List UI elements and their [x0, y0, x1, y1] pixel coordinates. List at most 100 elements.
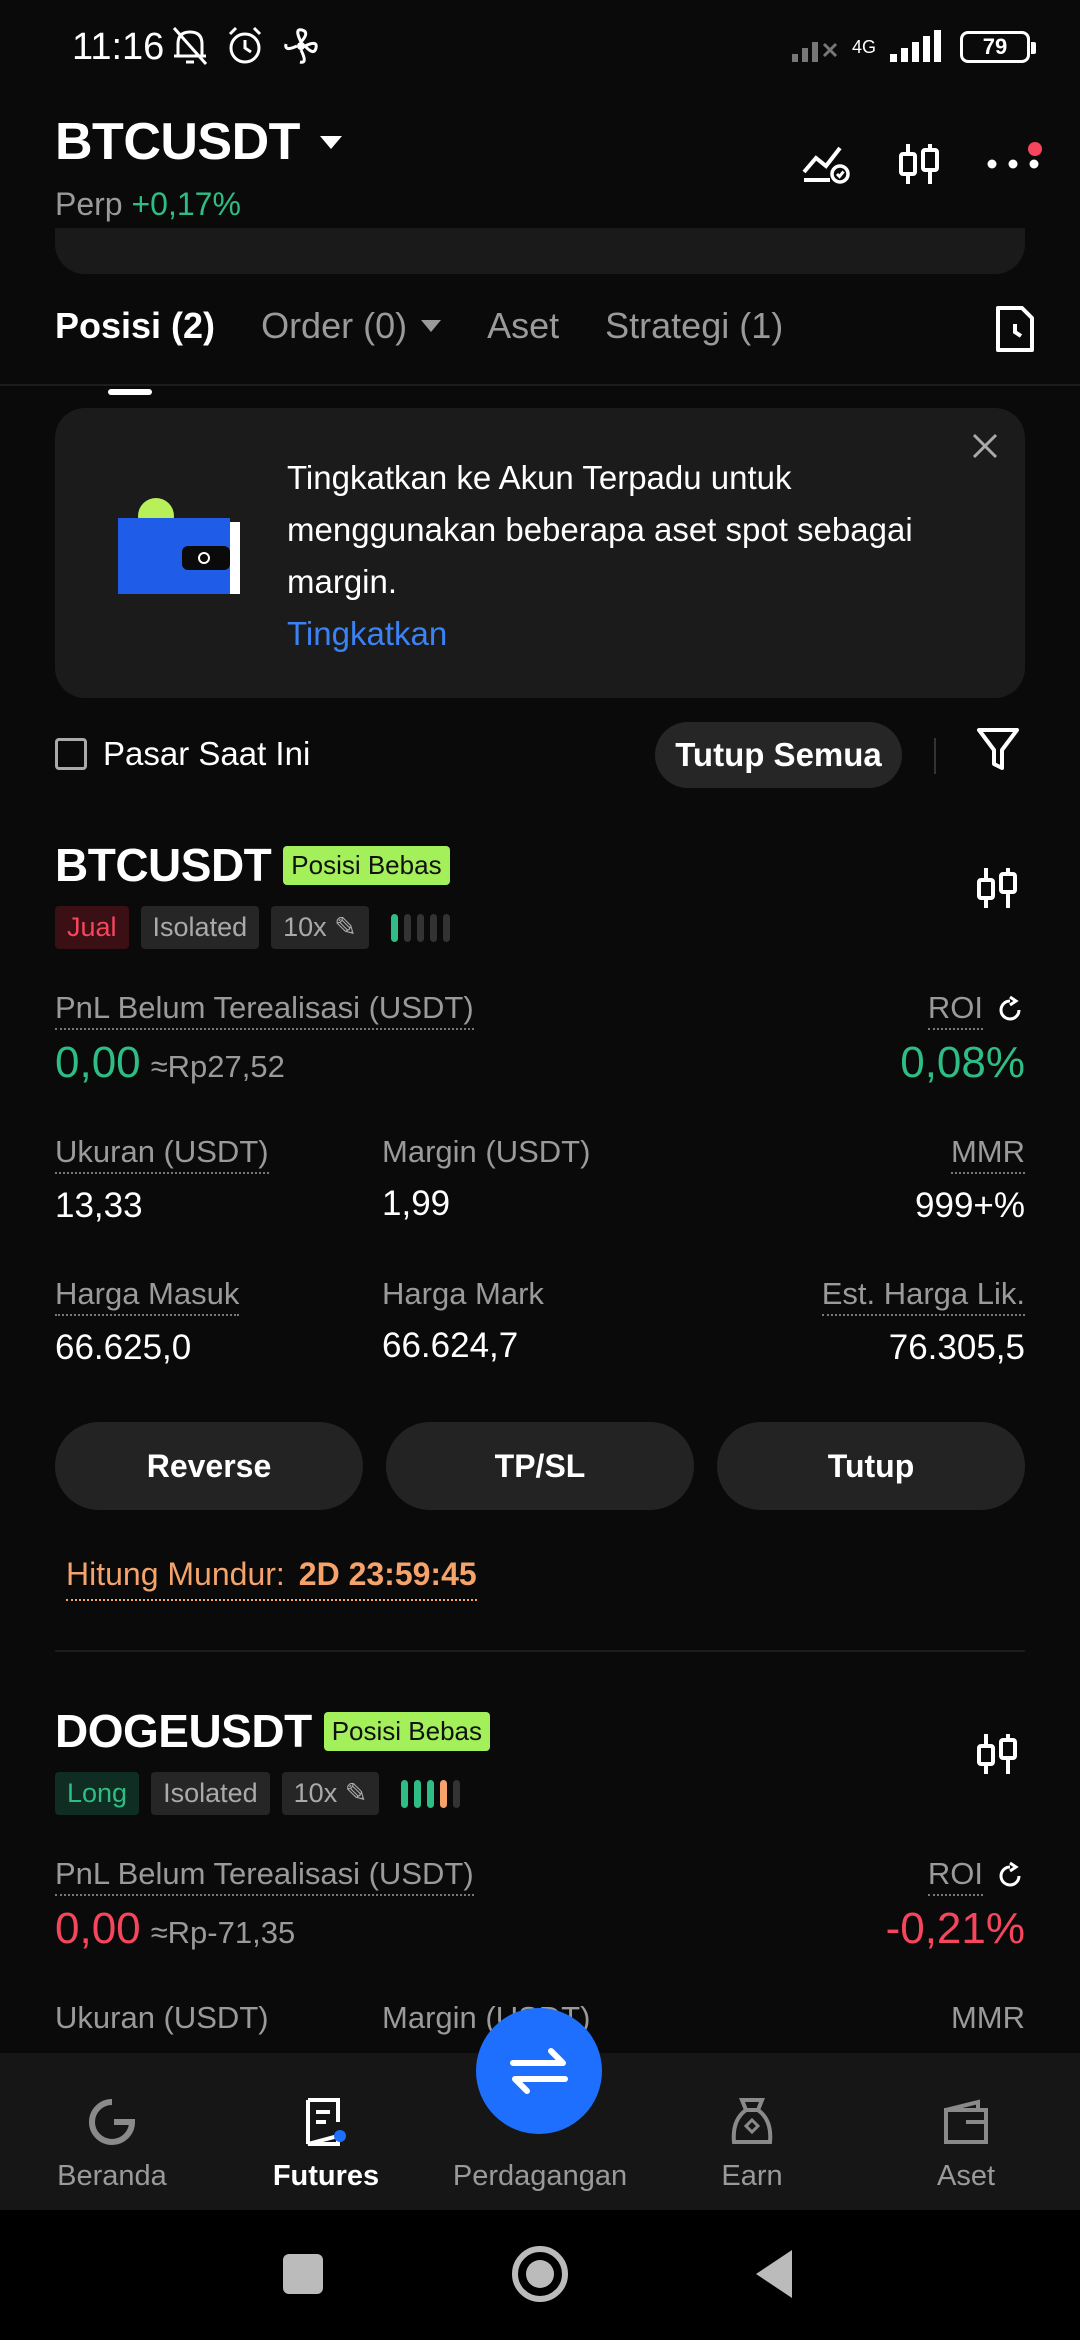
- position-pair: DOGEUSDT: [55, 1705, 312, 1757]
- roi-label: ROI: [927, 990, 983, 1030]
- adl-indicator: [390, 913, 450, 942]
- pnl-values: 0,00 ≈Rp-71,35: [55, 1904, 295, 1954]
- tab-label: Order (0): [261, 305, 408, 346]
- entry-price-value: 66.625,0: [55, 1328, 192, 1367]
- roi-header[interactable]: ROI: [927, 990, 1025, 1030]
- network-type: 4G: [851, 37, 876, 57]
- fan-icon: [284, 28, 318, 64]
- home-button-icon[interactable]: [512, 2246, 568, 2302]
- nav-label: Earn: [721, 2160, 783, 2192]
- margin-value: 1,99: [382, 1184, 451, 1223]
- refresh-icon[interactable]: [995, 995, 1025, 1025]
- tab-strategy[interactable]: Strategi (1): [605, 305, 783, 347]
- roi-value: -0,21%: [885, 1904, 1025, 1953]
- leverage-value: 10x: [293, 1778, 338, 1808]
- tab-label: Aset: [487, 305, 560, 346]
- earn-icon: [731, 2098, 773, 2144]
- roi-label: ROI: [927, 1856, 983, 1896]
- position-pair-title[interactable]: DOGEUSDT Posisi Bebas: [55, 1704, 490, 1758]
- separator: [934, 738, 936, 774]
- leverage-tag[interactable]: 10x ✎: [271, 906, 369, 949]
- pnl-value: 0,00: [55, 1904, 141, 1953]
- pnl-values: 0,00 ≈Rp27,52: [55, 1038, 285, 1088]
- pair-selector[interactable]: BTCUSDT: [55, 112, 342, 172]
- current-market-checkbox[interactable]: [55, 738, 87, 770]
- candlestick-chart-icon[interactable]: [974, 1730, 1020, 1778]
- pnl-idr: ≈Rp27,52: [150, 1049, 285, 1084]
- pnl-idr: ≈Rp-71,35: [150, 1915, 296, 1950]
- tab-positions[interactable]: Posisi (2): [55, 305, 216, 395]
- countdown[interactable]: Hitung Mundur: 2D 23:59:45: [66, 1556, 477, 1601]
- back-icon[interactable]: [756, 2250, 792, 2298]
- close-position-button[interactable]: Tutup: [717, 1422, 1025, 1510]
- edit-icon: ✎: [344, 1778, 368, 1808]
- leverage-tag[interactable]: 10x ✎: [281, 1772, 380, 1815]
- recent-apps-icon[interactable]: [283, 2254, 323, 2294]
- side-tag: Jual: [55, 906, 129, 949]
- checkbox-label: Pasar Saat Ini: [103, 735, 311, 772]
- collapsed-panel[interactable]: [55, 228, 1025, 274]
- tab-assets[interactable]: Aset: [487, 305, 559, 347]
- candlestick-chart-icon[interactable]: [974, 864, 1020, 912]
- history-doc-icon: [996, 306, 1034, 352]
- leverage-value: 10x: [283, 912, 327, 942]
- tabs-divider: [0, 384, 1080, 386]
- margin-label: Margin (USDT): [382, 1134, 591, 1169]
- chevron-down-icon: [319, 135, 342, 149]
- nav-label: Perdagangan: [452, 2160, 628, 2192]
- notification-dot: [1028, 141, 1042, 156]
- mmr-label[interactable]: MMR: [950, 1134, 1025, 1174]
- tab-orders[interactable]: Order (0): [261, 305, 442, 347]
- pnl-value: 0,00: [55, 1038, 141, 1087]
- nav-earn[interactable]: Earn: [662, 2092, 842, 2193]
- nav-label: Beranda: [57, 2160, 167, 2192]
- size-label[interactable]: Ukuran (USDT): [55, 2000, 269, 2036]
- position-tags: Jual Isolated 10x ✎: [55, 906, 450, 949]
- nav-futures[interactable]: Futures: [236, 2092, 416, 2193]
- position-pair-title[interactable]: BTCUSDT Posisi Bebas: [55, 838, 450, 892]
- filter-icon[interactable]: [976, 726, 1020, 774]
- battery-indicator: 79: [960, 31, 1036, 63]
- liq-price-label[interactable]: Est. Harga Lik.: [821, 1276, 1025, 1316]
- close-icon[interactable]: [971, 432, 999, 460]
- tab-label: Posisi (2): [55, 305, 216, 346]
- swap-arrows-icon: [510, 2048, 568, 2094]
- entry-price-label[interactable]: Harga Masuk: [55, 1276, 240, 1316]
- candlestick-chart-icon[interactable]: [896, 140, 942, 188]
- position-tags: Long Isolated 10x ✎: [55, 1772, 461, 1815]
- roi-value: 0,08%: [900, 1038, 1025, 1087]
- nav-home[interactable]: Beranda: [22, 2092, 202, 2193]
- position-tabs: Posisi (2) Order (0) Aset Strategi (1): [55, 305, 783, 395]
- refresh-icon[interactable]: [995, 1861, 1025, 1891]
- nav-assets[interactable]: Aset: [876, 2092, 1056, 2193]
- card-divider: [55, 1650, 1025, 1652]
- futures-icon: [306, 2098, 346, 2146]
- status-bar: 11:16 4G 79: [0, 0, 1080, 96]
- price-alert-icon[interactable]: [800, 142, 852, 186]
- signal-icon: [890, 30, 941, 62]
- current-market-filter[interactable]: Pasar Saat Ini: [55, 735, 310, 773]
- margin-mode-tag[interactable]: Isolated: [151, 1772, 270, 1815]
- countdown-label: Hitung Mundur:: [66, 1556, 285, 1592]
- banner-text: Tingkatkan ke Akun Terpadu untuk menggun…: [287, 459, 913, 600]
- more-menu-button[interactable]: [986, 141, 1042, 177]
- trade-fab-button[interactable]: [476, 2008, 602, 2134]
- pnl-label[interactable]: PnL Belum Terealisasi (USDT): [55, 990, 474, 1030]
- history-button[interactable]: [992, 304, 1038, 359]
- wallet-icon: [944, 2099, 988, 2144]
- size-label[interactable]: Ukuran (USDT): [55, 1134, 269, 1174]
- contract-type: Perp: [55, 186, 123, 222]
- tpsl-button[interactable]: TP/SL: [386, 1422, 694, 1510]
- reverse-button[interactable]: Reverse: [55, 1422, 363, 1510]
- roi-header[interactable]: ROI: [927, 1856, 1025, 1896]
- close-all-button[interactable]: Tutup Semua: [655, 722, 902, 788]
- alarm-icon: [228, 26, 262, 64]
- size-value: 13,33: [55, 1186, 143, 1225]
- upgrade-link[interactable]: Tingkatkan: [287, 608, 967, 660]
- pnl-label[interactable]: PnL Belum Terealisasi (USDT): [55, 1856, 474, 1896]
- mmr-value: 999+%: [915, 1186, 1025, 1225]
- liq-price-value: 76.305,5: [888, 1328, 1025, 1367]
- mmr-label[interactable]: MMR: [951, 2000, 1025, 2036]
- margin-mode-tag[interactable]: Isolated: [140, 906, 260, 949]
- status-time: 11:16: [72, 26, 165, 68]
